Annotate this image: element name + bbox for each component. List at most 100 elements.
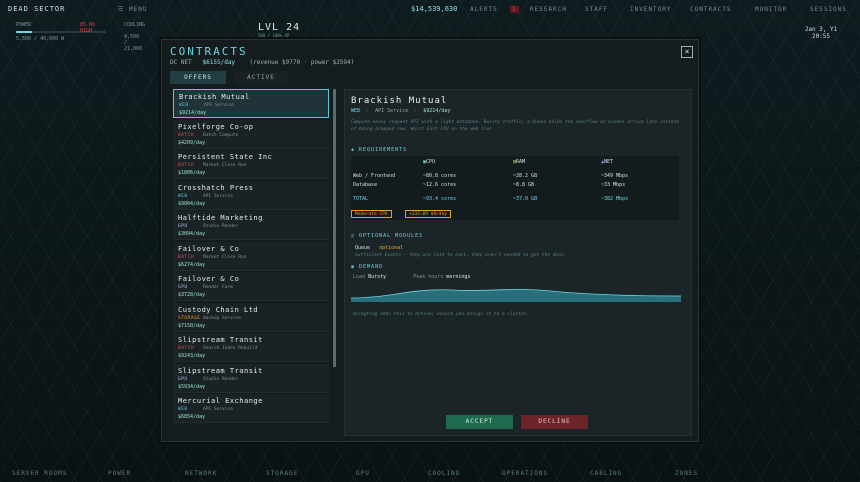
demand-load: Bursty [368, 274, 387, 280]
offer-rate: $6274/day [178, 261, 206, 268]
module-description: Sufficient Events · they are late to cos… [355, 253, 567, 258]
offer-list-item[interactable]: Failover & Co GPU Render Farm $3728/day [173, 272, 329, 301]
offer-list-item[interactable]: Custody Chain Ltd STORAGE Backup Service $7… [173, 302, 329, 332]
nav-gpu[interactable]: GPU [356, 470, 370, 477]
nav-cabling[interactable]: CABLING [590, 470, 622, 477]
offer-rate: $9243/day [178, 353, 206, 359]
nav-server-rooms[interactable]: SERVER ROOMS [12, 470, 67, 477]
money-display: $14,539,630 [411, 5, 458, 13]
modal-title: CONTRACTS [170, 45, 248, 58]
dc-net-summary: DC NET $6155/day (revenue $9770 · power … [170, 59, 354, 66]
nav-sessions[interactable]: SESSIONS [810, 6, 847, 13]
close-icon[interactable]: × [681, 46, 693, 58]
offer-desc: API Service [203, 407, 233, 412]
offer-name: Custody Chain Ltd [178, 305, 259, 314]
offer-type: WEB [179, 103, 189, 108]
offer-list-item[interactable]: Persistent State Inc BATCH Market Close Ru… [173, 150, 329, 179]
offer-name: Failover & Co [178, 244, 240, 253]
offer-name: Slipstream Transit [178, 336, 263, 344]
power-status: 85.0% HIGH [80, 22, 96, 34]
offer-list-item[interactable]: Brackish Mutual WEB API Service $9214/day [173, 89, 329, 118]
offer-list-item[interactable]: Crosshatch Press WEB API Service $9004/day [173, 180, 329, 210]
offer-list-scrollbar[interactable] [333, 89, 336, 367]
top-bar: DEAD SECTOR ☰ MENU $14,539,630 ALERTS 1 … [0, 0, 860, 18]
offer-desc: Render Farm [203, 285, 233, 290]
offer-desc: Market Close Run [203, 163, 247, 168]
decline-button[interactable]: DECLINE [521, 415, 588, 429]
offer-type: WEB [178, 407, 188, 412]
offer-desc: API Service [203, 193, 233, 199]
cpu-badge: Moderate CPU [351, 210, 392, 218]
cooling-readout: 4,500 / 21,000 [124, 34, 143, 52]
menu-button[interactable]: ☰ MENU [118, 6, 147, 13]
detail-name: Brackish Mutual [351, 96, 448, 106]
net-label: DC NET [170, 59, 192, 66]
nav-storage[interactable]: STORAGE [266, 470, 298, 477]
nav-monitor[interactable]: MONITOR [755, 6, 787, 13]
req-row-cpu: ~80.8 cores [423, 173, 457, 179]
req-row-name: Web / Frontend [353, 173, 396, 179]
col-net: ▲ NET [601, 159, 614, 165]
offer-list-item[interactable]: Pixelforge Co-op BATCH Batch Compute $4209/… [173, 119, 329, 149]
offer-list-item[interactable]: Slipstream Transit BATCH Search Index Rebu… [173, 333, 329, 362]
nav-cooling[interactable]: COOLING [428, 470, 460, 477]
net-value: $6155/day [202, 59, 236, 66]
nav-staff[interactable]: STAFF [585, 6, 608, 13]
offer-rate: $4209/day [178, 139, 206, 146]
offer-type: BATCH [178, 132, 195, 138]
demand-curve [351, 289, 681, 302]
offer-list-item[interactable]: Halftide Marketing GPU Studio Render $3094/… [173, 211, 329, 240]
clock: Jan 3, Y1 20:55 [802, 26, 840, 40]
offer-type: GPU [178, 224, 188, 229]
req-row-name: Database [353, 182, 378, 188]
clock-time: 20:55 [811, 33, 831, 40]
offer-name: Crosshatch Press [178, 183, 254, 192]
col-ram: ▤ RAM [513, 159, 526, 165]
req-total-cpu: ~93.4 cores [423, 196, 457, 202]
optional-heading: ◎ OPTIONAL MODULES [351, 233, 424, 239]
req-total-label: TOTAL [353, 196, 369, 202]
nav-network[interactable]: NETWORK [185, 470, 217, 477]
detail-type: WEB [351, 108, 361, 114]
offer-name: Brackish Mutual [179, 93, 250, 101]
contracts-modal: CONTRACTS DC NET $6155/day (revenue $977… [161, 39, 699, 442]
offer-rate: $3094/day [178, 231, 206, 237]
offer-type: GPU [178, 376, 188, 382]
nav-research[interactable]: RESEARCH [530, 6, 567, 13]
brand-title: DEAD SECTOR [8, 5, 66, 13]
req-row-ram: ~8.8 GB [513, 182, 535, 188]
detail-rate: $9214/day [423, 108, 451, 114]
req-total-net: ~382 Mbps [601, 196, 629, 202]
module-name: Queue [355, 245, 371, 251]
nav-inventory[interactable]: INVENTORY [630, 6, 672, 13]
nav-operations[interactable]: OPERATIONS [502, 470, 548, 477]
req-total-ram: ~37.0 GB [513, 196, 538, 202]
nav-zones[interactable]: ZONES [675, 470, 698, 477]
offer-type: GPU [178, 285, 188, 290]
offer-rate: $6854/day [178, 414, 206, 420]
offer-rate: $3728/day [178, 292, 206, 298]
req-row-cpu: ~12.6 cores [423, 182, 457, 188]
offer-desc: Batch Compute [203, 132, 239, 138]
req-row-net: ~33 Mbps [601, 182, 626, 188]
nav-contracts[interactable]: CONTRACTS [690, 6, 732, 13]
tab-offers[interactable]: OFFERS [170, 71, 226, 84]
power-readout: 5,500 / 40,000 W [16, 36, 65, 42]
offer-rate: $7150/day [178, 322, 206, 329]
offer-desc: Studio Render [203, 224, 239, 229]
offer-list: Brackish Mutual WEB API Service $9214/day Pi… [170, 89, 338, 436]
offer-desc: Search Index Rebuild [203, 346, 258, 351]
bottom-bar: SERVER ROOMS POWER NETWORK STORAGE GPU C… [0, 466, 860, 482]
demand-peak: mornings [446, 274, 471, 280]
accept-button[interactable]: ACCEPT [446, 415, 513, 429]
clock-date: Jan 3, Y1 [804, 26, 838, 33]
offer-list-item[interactable]: Slipstream Transit GPU Studio Render $5934/… [173, 363, 329, 393]
tab-active[interactable]: ACTIVE [234, 71, 288, 84]
offer-name: Slipstream Transit [178, 366, 263, 375]
offer-list-item[interactable]: Mercurial Exchange WEB API Service $6854/da… [173, 394, 329, 423]
nav-alerts[interactable]: ALERTS [470, 6, 498, 13]
offer-list-item[interactable]: Failover & Co BATCH Market Close Run $6274/… [173, 241, 329, 271]
level-title: LVL 24 [258, 22, 301, 33]
nav-power[interactable]: POWER [108, 470, 131, 477]
offer-type: BATCH [178, 346, 195, 351]
